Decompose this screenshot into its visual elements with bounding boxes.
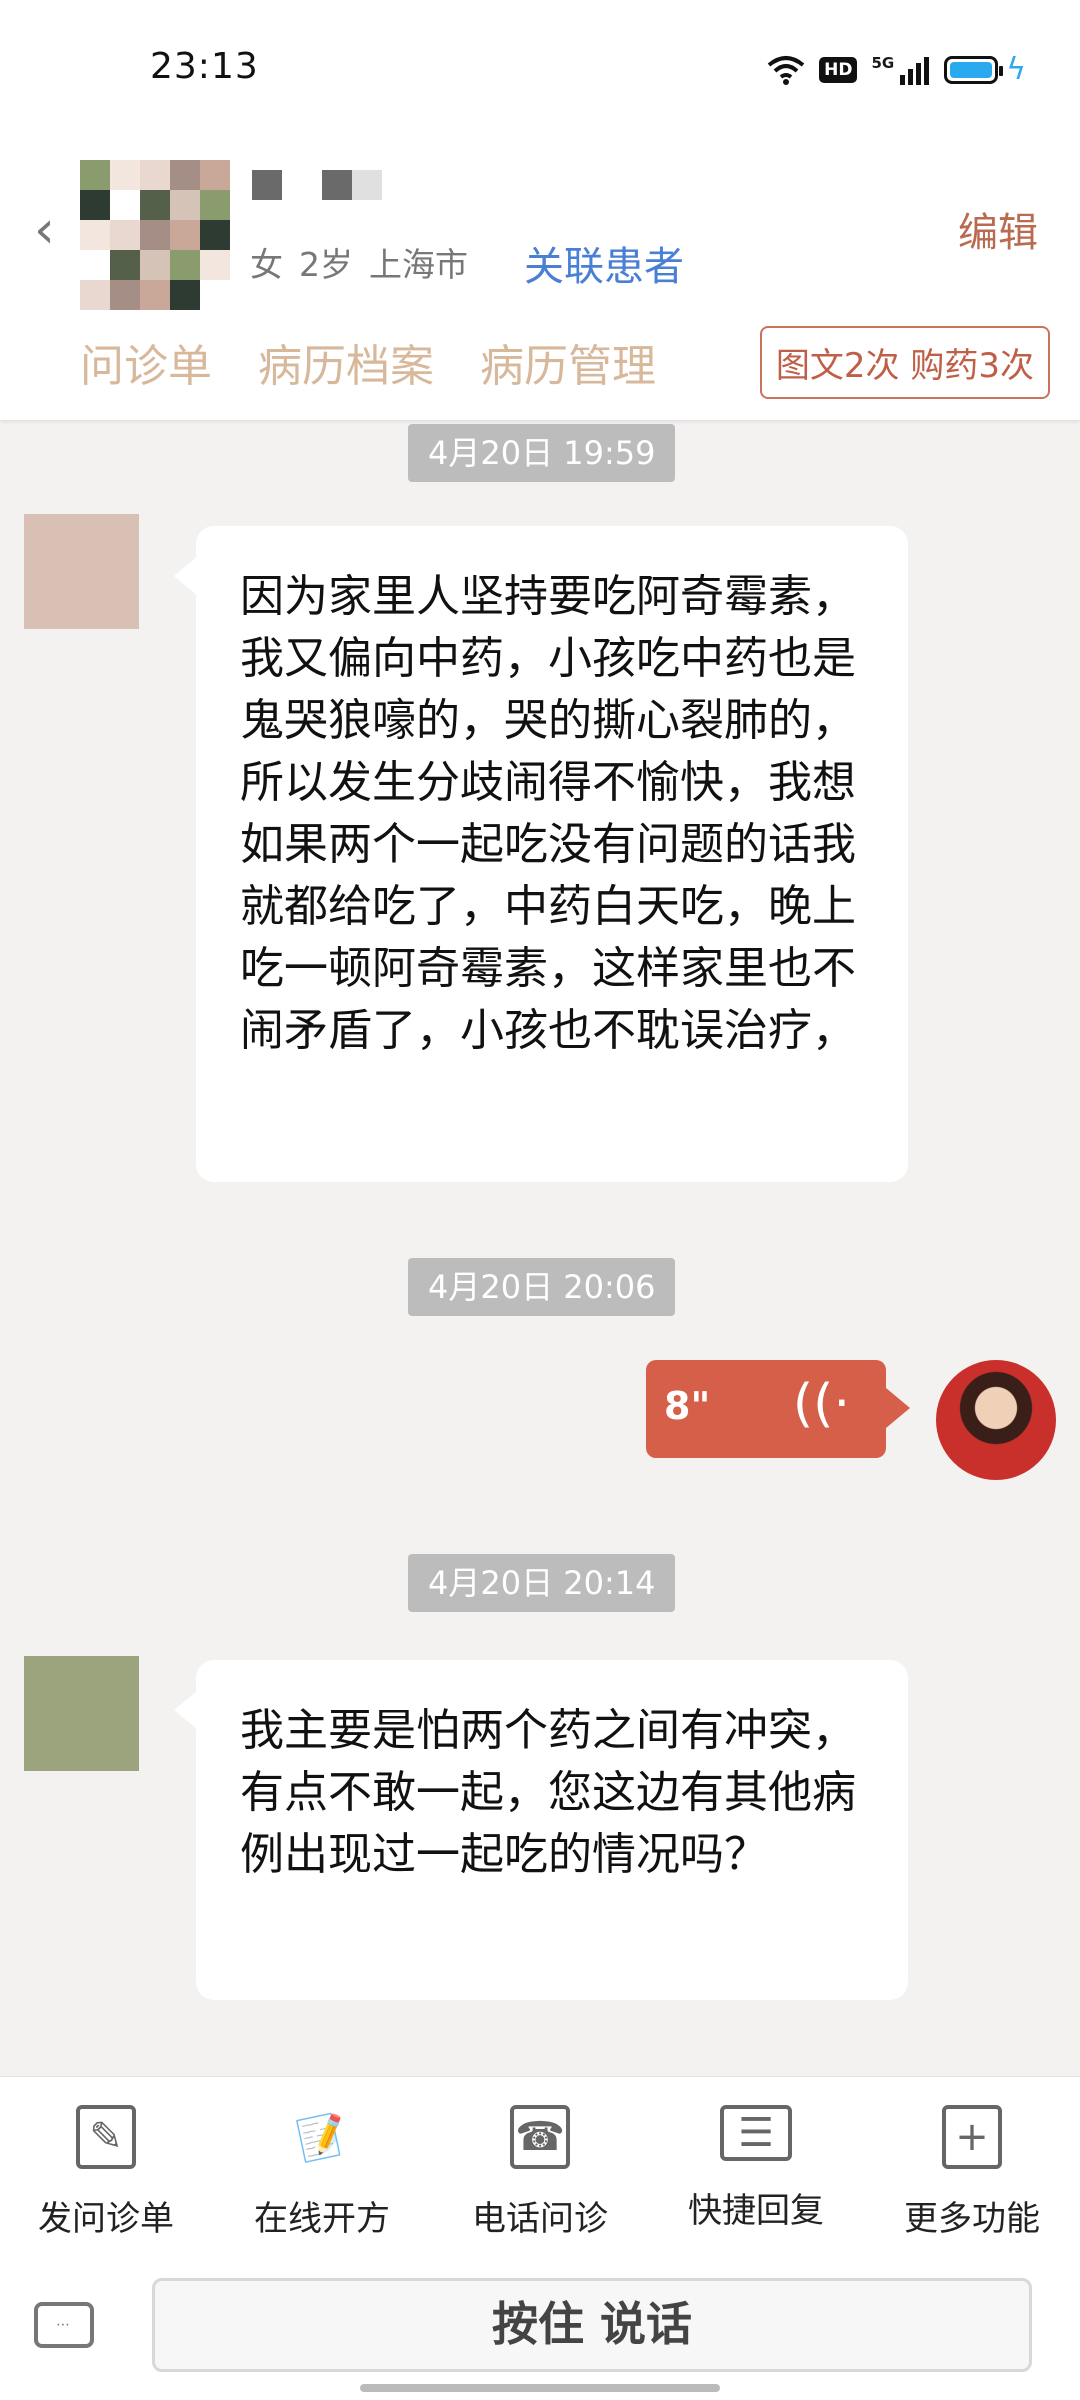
link-patient-button[interactable]: 关联患者 <box>524 234 684 292</box>
input-bar: ⋯ 按住 说话 <box>0 2256 1080 2400</box>
form-edit-icon: ✎ <box>76 2105 136 2169</box>
patient-info: 女 2岁 上海市 <box>250 238 484 286</box>
quick-reply-button[interactable]: ☰ 快捷回复 <box>666 2105 846 2232</box>
send-form-button[interactable]: ✎ 发问诊单 <box>16 2105 196 2240</box>
patient-name-redacted <box>252 170 382 200</box>
more-functions-button[interactable]: + 更多功能 <box>882 2105 1062 2240</box>
tab-medical-records[interactable]: 病历档案 <box>258 330 434 394</box>
edit-button[interactable]: 编辑 <box>958 200 1038 258</box>
patient-gender: 女 <box>250 245 283 284</box>
toolbar-label: 在线开方 <box>254 2199 390 2239</box>
network-type: 5G <box>871 53 895 72</box>
patient-message-bubble[interactable]: 我主要是怕两个药之间有冲突，有点不敢一起，您这边有其他病例出现过一起吃的情况吗？ <box>174 1660 908 2000</box>
doctor-avatar[interactable] <box>936 1360 1056 1480</box>
message-timestamp: 4月20日 20:14 <box>408 1554 676 1612</box>
patient-age: 2岁 <box>299 245 353 284</box>
tab-consultation-form[interactable]: 问诊单 <box>80 330 212 394</box>
signal-icon <box>900 56 930 85</box>
hold-to-talk-button[interactable]: 按住 说话 <box>152 2278 1032 2372</box>
status-time: 23:13 <box>150 46 259 87</box>
toolbar-label: 发问诊单 <box>38 2199 174 2239</box>
plus-icon: + <box>942 2105 1002 2169</box>
service-count-badge[interactable]: 图文2次 购药3次 <box>759 326 1050 399</box>
message-timestamp: 4月20日 19:59 <box>408 424 676 482</box>
patient-header: ‹ 女 2岁 上海市 关联患者 编辑 问诊单 病历档案 病历管理 图文2次 购药3次 <box>0 140 1080 420</box>
voice-wave-icon: ((· <box>792 1374 850 1434</box>
voice-message-bubble[interactable]: 8" ((· <box>646 1360 910 1458</box>
quick-reply-icon: ☰ <box>720 2105 792 2161</box>
online-prescription-button[interactable]: 📝 在线开方 <box>232 2105 412 2240</box>
header-tabs: 问诊单 病历档案 病历管理 <box>80 330 656 394</box>
patient-chat-avatar[interactable] <box>24 1656 139 1771</box>
wifi-icon <box>767 55 805 85</box>
status-bar: 23:13 HD 5G ϟ <box>0 0 1080 140</box>
patient-city: 上海市 <box>369 245 468 284</box>
patient-chat-avatar[interactable] <box>24 514 139 629</box>
phone-icon: ☎ <box>510 2105 570 2169</box>
charging-icon: ϟ <box>1006 52 1026 87</box>
patient-avatar[interactable] <box>80 160 230 310</box>
voice-duration: 8" <box>664 1384 711 1428</box>
status-icons: HD 5G ϟ <box>767 52 1026 87</box>
keyboard-icon[interactable]: ⋯ <box>34 2302 94 2348</box>
battery-icon <box>944 55 1004 84</box>
phone-consult-button[interactable]: ☎ 电话问诊 <box>450 2105 630 2240</box>
message-timestamp: 4月20日 20:06 <box>408 1258 676 1316</box>
tab-records-management[interactable]: 病历管理 <box>480 330 656 394</box>
prescription-icon: 📝 <box>292 2109 352 2166</box>
toolbar-label: 快捷回复 <box>688 2191 824 2231</box>
toolbar-label: 电话问诊 <box>472 2199 608 2239</box>
hd-icon: HD <box>819 56 858 83</box>
function-toolbar: ✎ 发问诊单 📝 在线开方 ☎ 电话问诊 ☰ 快捷回复 + 更多功能 <box>0 2076 1080 2258</box>
home-indicator[interactable] <box>360 2384 720 2392</box>
back-arrow-icon[interactable]: ‹ <box>34 200 55 260</box>
toolbar-label: 更多功能 <box>904 2199 1040 2239</box>
patient-message-bubble[interactable]: 因为家里人坚持要吃阿奇霉素，我又偏向中药，小孩吃中药也是鬼哭狼嚎的，哭的撕心裂肺… <box>174 526 908 1182</box>
